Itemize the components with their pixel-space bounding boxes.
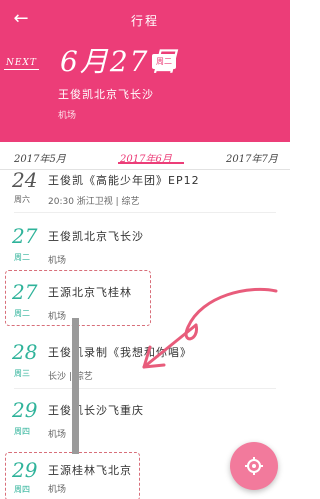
event-weekday: 周四	[14, 427, 30, 436]
event-title: 王俊凯北京飞长沙	[48, 230, 144, 243]
divider	[14, 212, 276, 213]
event-subtitle: 机场	[48, 312, 67, 322]
event-title: 王源桂林飞北京	[48, 464, 132, 477]
list-item[interactable]: 27 周二 王源北京飞桂林 机场	[0, 278, 290, 334]
gray-overlay-bar	[72, 318, 79, 454]
header-banner: ← 行程 NEXT 6月27日 周二 王俊凯北京飞长沙 机场	[0, 0, 290, 142]
event-weekday: 周六	[14, 195, 30, 204]
event-subtitle: 机场	[48, 485, 67, 495]
event-title: 王俊凯录制《我想和你唱》	[48, 346, 192, 359]
event-title: 王源北京飞桂林	[48, 286, 132, 299]
location-icon	[245, 457, 263, 475]
event-subtitle: 机场	[48, 430, 67, 440]
month-prev[interactable]: 2017年5月	[14, 150, 66, 165]
next-tag: NEXT	[4, 58, 39, 70]
list-item[interactable]: 24 周六 王俊凯《高能少年团》EP12 20:30 浙江卫视 | 综艺	[0, 166, 290, 222]
month-active-indicator	[118, 162, 184, 164]
event-day: 27	[12, 224, 38, 248]
weekday-badge: 周二	[152, 54, 176, 69]
next-event-place: 机场	[58, 111, 77, 121]
event-subtitle: 20:30 浙江卫视 | 综艺	[48, 197, 140, 207]
event-day: 29	[12, 458, 38, 482]
event-day: 24	[12, 168, 38, 192]
event-subtitle: 长沙 | 综艺	[48, 372, 93, 382]
event-subtitle: 机场	[48, 256, 67, 266]
location-fab-button[interactable]	[230, 442, 278, 490]
event-day: 28	[12, 340, 38, 364]
next-event-title: 王俊凯北京飞长沙	[58, 88, 154, 101]
page-title: 行程	[130, 14, 159, 28]
month-next[interactable]: 2017年7月	[226, 150, 278, 165]
divider	[14, 388, 276, 389]
event-weekday: 周二	[14, 309, 30, 318]
event-title: 王俊凯长沙飞重庆	[48, 404, 144, 417]
event-day: 29	[12, 398, 38, 422]
event-weekday: 周三	[14, 369, 30, 378]
event-title: 王俊凯《高能少年团》EP12	[48, 174, 200, 187]
event-weekday: 周四	[14, 485, 30, 494]
event-weekday: 周二	[14, 253, 30, 262]
event-day: 27	[12, 280, 38, 304]
list-item[interactable]: 28 周三 王俊凯录制《我想和你唱》 长沙 | 综艺	[0, 338, 290, 394]
